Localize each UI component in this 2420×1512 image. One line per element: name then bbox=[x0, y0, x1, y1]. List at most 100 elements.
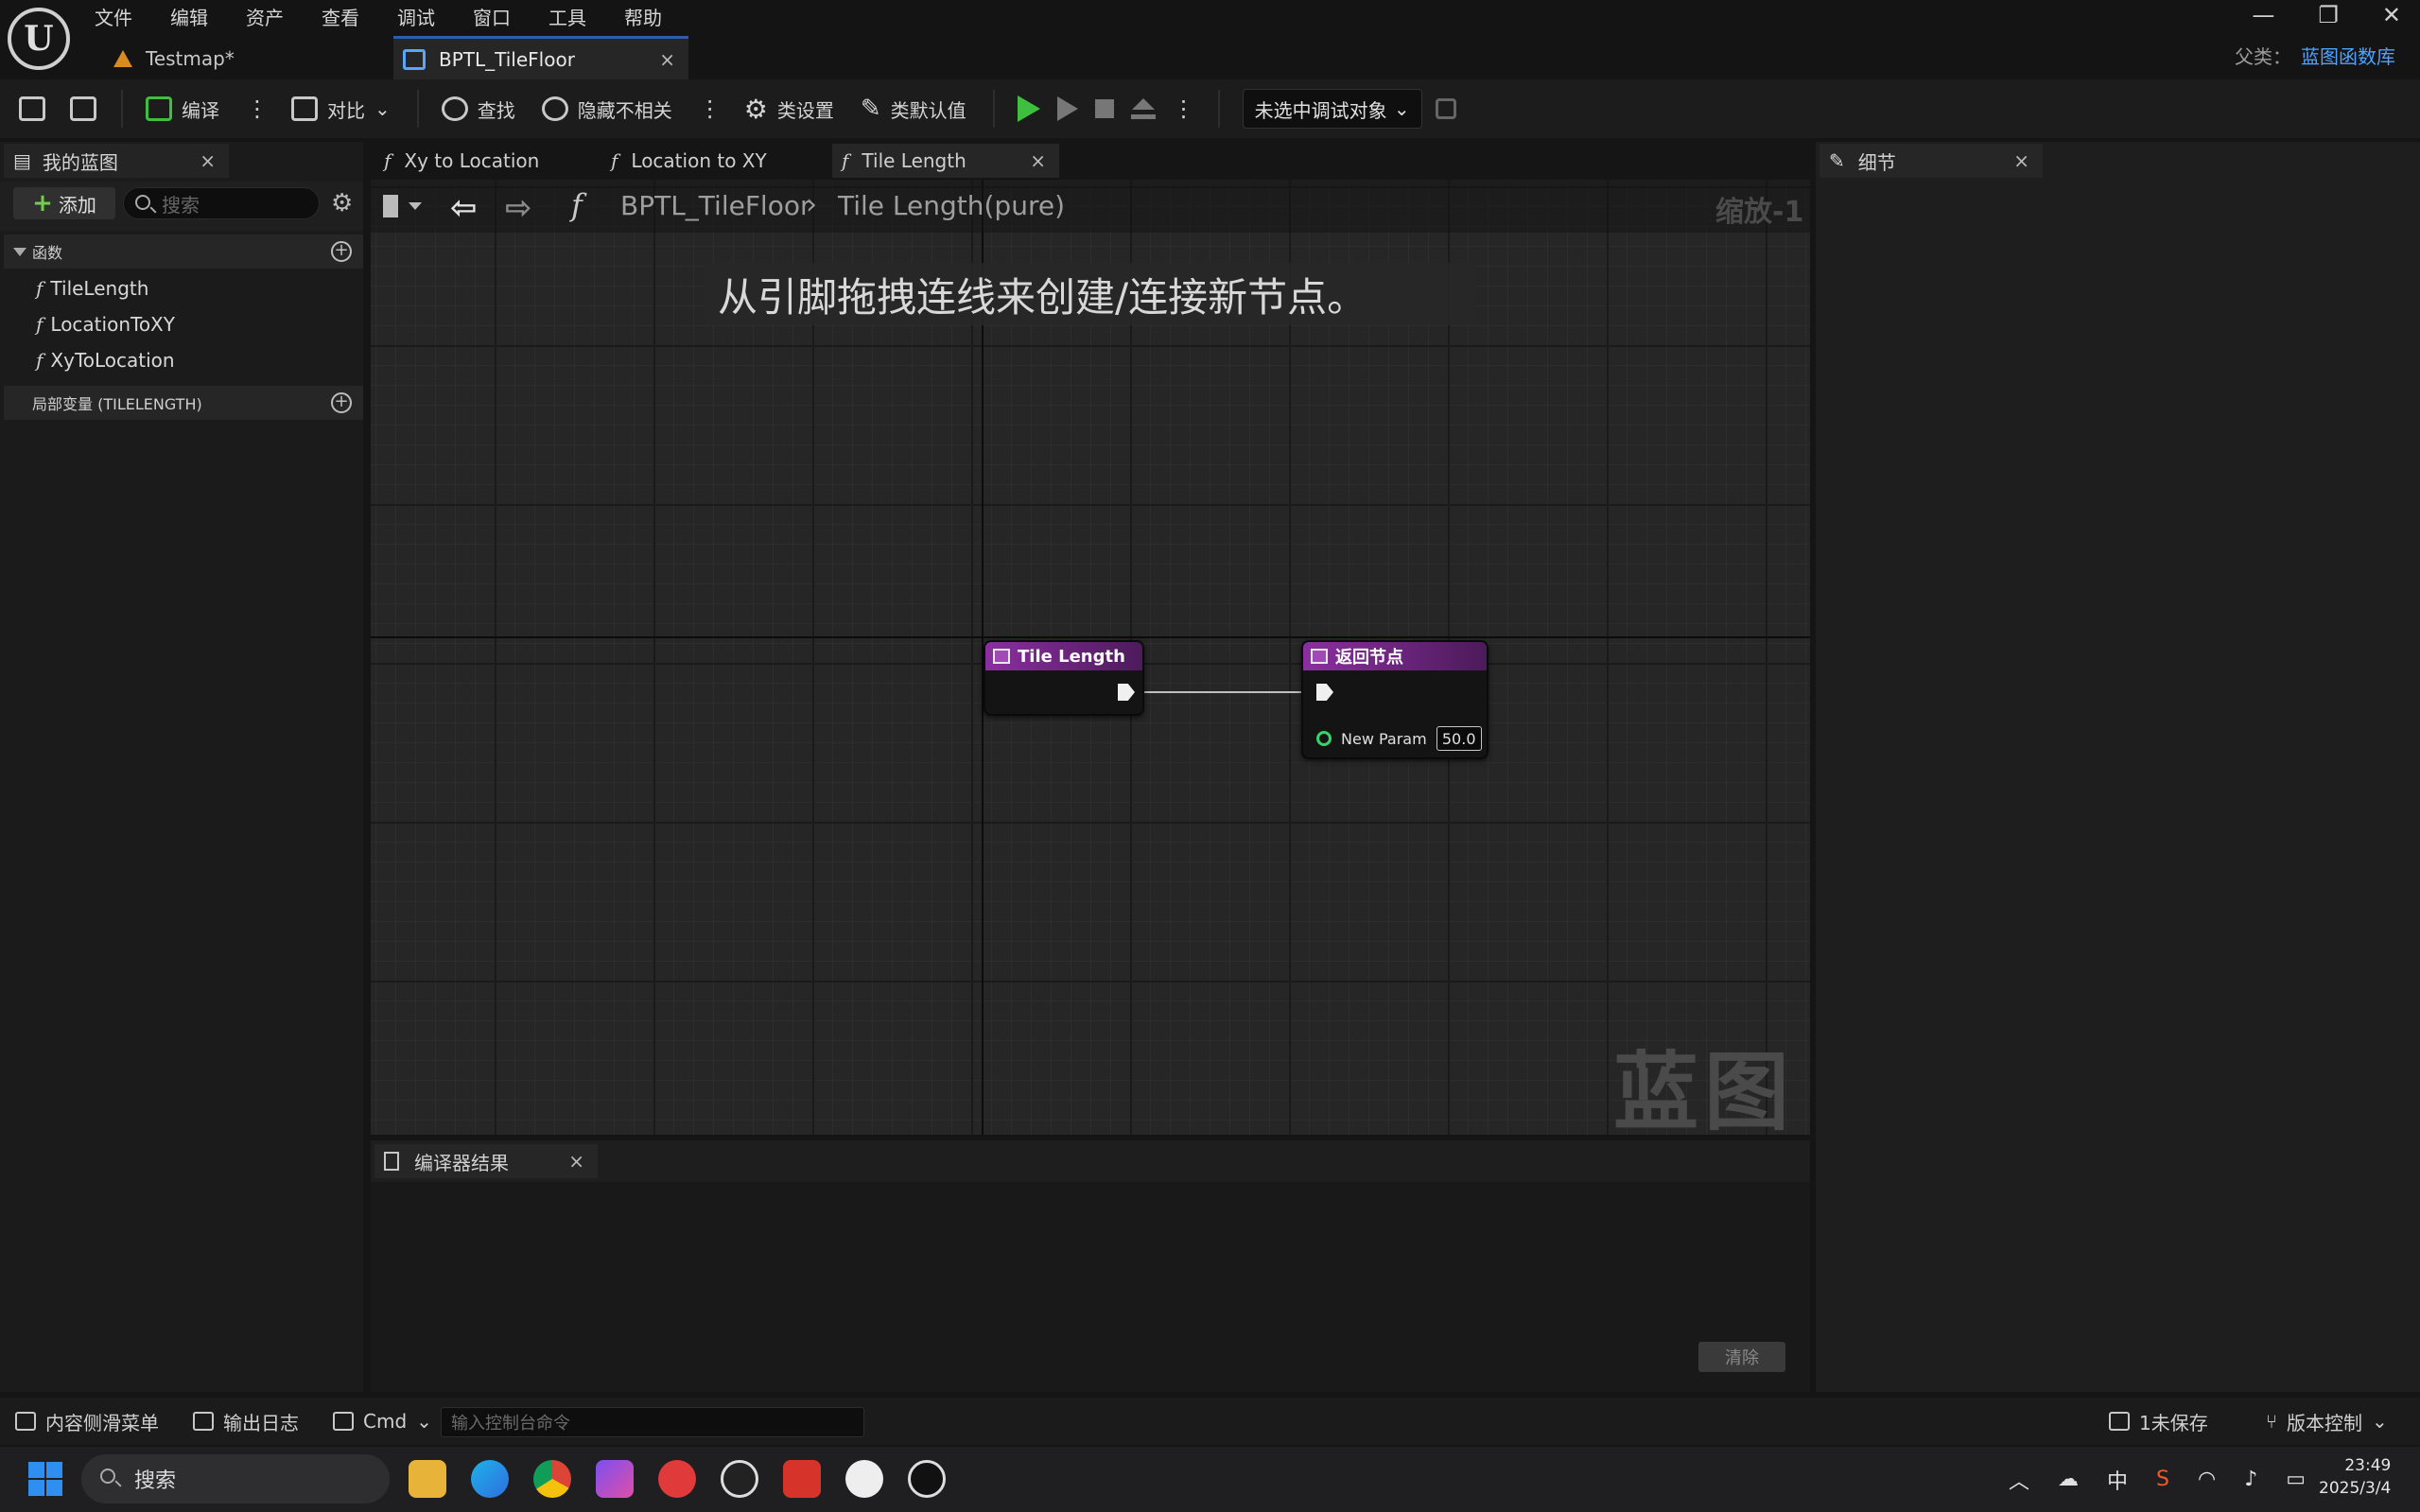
tab-my-blueprint[interactable]: ▤ 我的蓝图 × bbox=[4, 144, 229, 178]
menu-help[interactable]: 帮助 bbox=[624, 0, 662, 34]
local-variables-section-header[interactable]: 局部变量 (TILELENGTH) + bbox=[4, 386, 363, 420]
function-item-xytolocation[interactable]: f XyToLocation bbox=[36, 349, 175, 372]
cloud-icon[interactable]: ☁ bbox=[2058, 1468, 2079, 1491]
app-icon[interactable] bbox=[596, 1460, 634, 1498]
find-button[interactable]: 查找 bbox=[441, 96, 515, 123]
function-label: XyToLocation bbox=[50, 349, 175, 372]
cmd-select[interactable]: Cmd ⌄ bbox=[333, 1410, 432, 1433]
chevron-up-icon[interactable]: ︿ bbox=[2009, 1465, 2029, 1495]
taskbar-search[interactable]: 搜索 bbox=[81, 1454, 390, 1503]
compile-button[interactable]: 编译 bbox=[146, 96, 219, 123]
search-icon bbox=[135, 195, 150, 210]
menu-assets[interactable]: 资产 bbox=[246, 0, 284, 34]
function-item-tilelength[interactable]: f TileLength bbox=[36, 277, 148, 300]
unreal-logo-icon[interactable]: U bbox=[8, 8, 70, 70]
exec-in-pin[interactable] bbox=[1316, 684, 1333, 701]
close-icon[interactable]: × bbox=[200, 149, 216, 172]
unsaved-button[interactable]: 1未保存 bbox=[2109, 1398, 2208, 1445]
menu-view[interactable]: 查看 bbox=[322, 0, 359, 34]
output-log-button[interactable]: 输出日志 bbox=[193, 1408, 299, 1435]
menu-edit[interactable]: 编辑 bbox=[170, 0, 208, 34]
battery-icon[interactable]: ▭ bbox=[2286, 1468, 2306, 1491]
volume-icon[interactable]: ♪ bbox=[2244, 1468, 2257, 1491]
step-icon[interactable] bbox=[1056, 96, 1078, 121]
wps-icon[interactable] bbox=[783, 1460, 821, 1498]
gear-icon[interactable]: ⚙ bbox=[331, 189, 353, 217]
clock-date: 2025/3/4 bbox=[2319, 1479, 2392, 1498]
function-icon: f bbox=[611, 149, 618, 172]
param-value-input[interactable]: 50.0 bbox=[1436, 726, 1482, 751]
file-explorer-icon[interactable] bbox=[409, 1460, 446, 1498]
my-blueprint-search-input[interactable]: 搜索 bbox=[123, 187, 320, 219]
sogou-icon[interactable]: S bbox=[2156, 1468, 2169, 1491]
save-icon[interactable] bbox=[19, 96, 45, 121]
netease-music-icon[interactable] bbox=[658, 1460, 696, 1498]
chrome-icon[interactable] bbox=[533, 1460, 571, 1498]
find-label: 查找 bbox=[477, 98, 515, 122]
function-entry-node[interactable]: Tile Length bbox=[984, 640, 1144, 716]
play-icon[interactable] bbox=[1017, 96, 1040, 122]
menu-tools[interactable]: 工具 bbox=[548, 0, 586, 34]
close-icon[interactable]: × bbox=[568, 1150, 584, 1173]
edge-icon[interactable] bbox=[471, 1460, 509, 1498]
hide-unrelated-button[interactable]: 隐藏不相关 bbox=[541, 96, 672, 123]
close-icon[interactable]: × bbox=[2013, 149, 2029, 172]
add-function-icon[interactable]: + bbox=[331, 241, 352, 262]
close-icon[interactable]: × bbox=[659, 48, 675, 71]
exec-wire[interactable] bbox=[1137, 691, 1307, 693]
wifi-icon[interactable]: ◠ bbox=[2198, 1468, 2216, 1491]
qq-icon[interactable] bbox=[721, 1460, 758, 1498]
restore-button[interactable]: ❐ bbox=[2318, 2, 2339, 28]
debug-target-select[interactable]: 未选中调试对象 ⌄ bbox=[1242, 89, 1422, 129]
tab-xy-to-location[interactable]: f Xy to Location bbox=[374, 144, 592, 178]
add-button[interactable]: + 添加 bbox=[13, 187, 115, 219]
node-title: 返回节点 bbox=[1335, 648, 1403, 668]
tab-tile-length[interactable]: f Tile Length × bbox=[832, 144, 1059, 178]
float-pin-icon[interactable] bbox=[1316, 731, 1332, 746]
menu-window[interactable]: 窗口 bbox=[473, 0, 511, 34]
class-defaults-button[interactable]: ✎ 类默认值 bbox=[861, 95, 966, 123]
tab-compiler-results[interactable]: 编译器结果 × bbox=[374, 1144, 598, 1178]
menu-debug[interactable]: 调试 bbox=[397, 0, 435, 34]
ime-indicator[interactable]: 中 bbox=[2107, 1465, 2128, 1495]
content-drawer-button[interactable]: 内容侧滑菜单 bbox=[15, 1408, 159, 1435]
close-icon[interactable]: × bbox=[1030, 149, 1046, 172]
console-command-input[interactable]: 输入控制台命令 bbox=[441, 1407, 864, 1437]
more-options-icon[interactable]: ⋮ bbox=[699, 96, 722, 122]
parent-class-link[interactable]: 蓝图函数库 bbox=[2301, 42, 2395, 69]
eject-icon[interactable] bbox=[1130, 98, 1156, 119]
clear-button[interactable]: 清除 bbox=[1698, 1342, 1785, 1372]
tab-label: Xy to Location bbox=[404, 149, 540, 172]
close-window-button[interactable]: ✕ bbox=[2382, 2, 2401, 28]
version-control-button[interactable]: ⑂ 版本控制 ⌄ bbox=[2266, 1398, 2388, 1445]
bookmark-icon[interactable] bbox=[383, 195, 398, 217]
functions-section-header[interactable]: 函数 + bbox=[4, 235, 363, 269]
unity-hub-icon[interactable] bbox=[845, 1460, 883, 1498]
chevron-down-icon[interactable] bbox=[409, 202, 422, 210]
exec-out-pin[interactable] bbox=[1118, 684, 1135, 701]
system-clock[interactable]: 23:49 2025/3/4 bbox=[2319, 1454, 2391, 1500]
menu-file[interactable]: 文件 bbox=[95, 0, 132, 34]
breadcrumb-root[interactable]: BPTL_TileFloor bbox=[620, 190, 810, 221]
pencil-icon: ✎ bbox=[1829, 149, 1845, 172]
diff-button[interactable]: 对比 ⌄ bbox=[291, 96, 391, 123]
tab-bptl-tilefloor[interactable]: BPTL_TileFloor × bbox=[393, 36, 688, 79]
function-item-locationtoxy[interactable]: f LocationToXY bbox=[36, 313, 175, 336]
tab-location-to-xy[interactable]: f Location to XY bbox=[601, 144, 828, 178]
stop-icon[interactable] bbox=[1094, 99, 1114, 118]
minimize-button[interactable]: — bbox=[2252, 2, 2274, 28]
browse-icon[interactable] bbox=[70, 96, 96, 121]
debug-world-icon[interactable] bbox=[1435, 98, 1456, 119]
compile-options-icon[interactable]: ⋮ bbox=[246, 96, 269, 122]
play-options-icon[interactable]: ⋮ bbox=[1173, 96, 1195, 122]
back-arrow-icon[interactable]: ⇦ bbox=[450, 189, 478, 227]
forward-arrow-icon[interactable]: ⇨ bbox=[505, 189, 532, 227]
windows-start-icon[interactable] bbox=[28, 1462, 62, 1496]
cmd-label: Cmd bbox=[363, 1410, 408, 1433]
class-defaults-label: 类默认值 bbox=[890, 98, 966, 122]
unreal-engine-icon[interactable] bbox=[908, 1460, 946, 1498]
tab-testmap[interactable]: Testmap* bbox=[95, 38, 388, 79]
class-settings-button[interactable]: ⚙ 类设置 bbox=[744, 94, 834, 125]
add-variable-icon[interactable]: + bbox=[331, 392, 352, 413]
tab-details[interactable]: ✎ 细节 × bbox=[1819, 144, 2043, 178]
